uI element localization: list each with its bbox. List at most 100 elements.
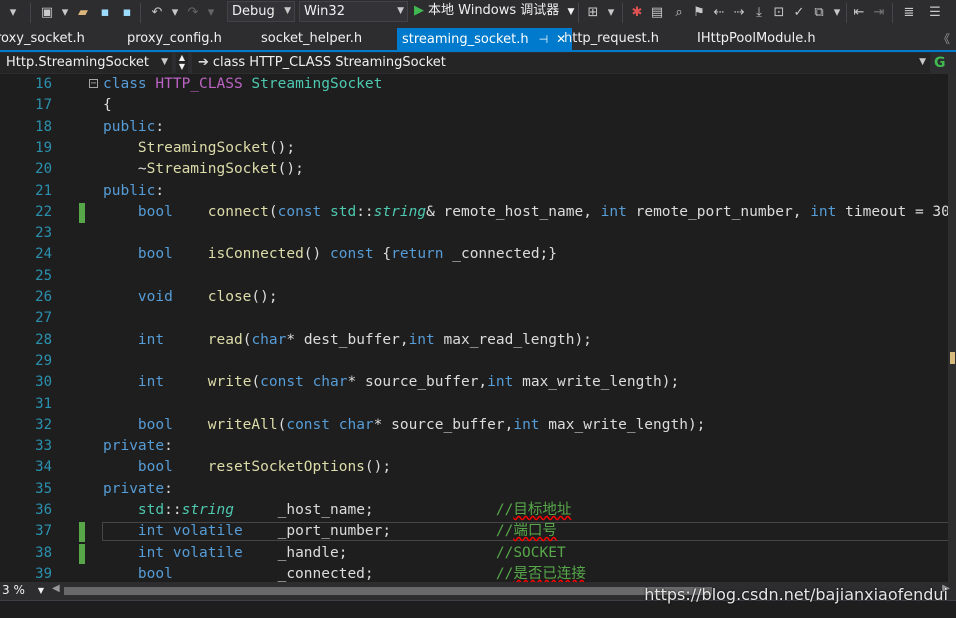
platform-select[interactable]: Win32 ▼ [299, 1, 408, 22]
line-number: 26 [35, 289, 52, 305]
code-line[interactable]: 22 bool connect(const std::string& remot… [0, 202, 956, 223]
code-line[interactable]: 30 int write(const char* source_buffer,i… [0, 372, 956, 393]
line-number: 21 [35, 182, 52, 199]
undo-icon[interactable]: ↶ [148, 4, 166, 22]
save-all-icon[interactable]: ▪ [118, 4, 136, 22]
format-icon[interactable]: ≣ [900, 4, 918, 22]
code-line[interactable]: 17 { [0, 95, 956, 116]
start-debugger-button[interactable]: ▶ 本地 Windows 调试器 ▼ [414, 1, 574, 22]
dropdown-icon[interactable]: ▾ [602, 4, 620, 22]
code-token: public [103, 182, 156, 199]
list-icon[interactable]: ☰ [926, 4, 944, 22]
pin-icon[interactable]: ⊣ [539, 33, 549, 46]
code-line[interactable]: 31 [0, 394, 956, 415]
arrow-right-icon: ➔ [198, 55, 209, 70]
comment-icon[interactable]: ⊡ [770, 4, 788, 22]
tab-http-request[interactable]: http_request.h [564, 28, 659, 52]
go-icon[interactable]: G [934, 54, 954, 72]
copy-icon[interactable]: ⧉ [810, 4, 828, 22]
code-line[interactable]: 26 void close(); [0, 287, 956, 308]
code-token: * source_buffer, [347, 374, 488, 391]
tab-proxy-config[interactable]: proxy_config.h [127, 28, 222, 52]
code-line[interactable]: 21 public: [0, 181, 956, 202]
bug-icon[interactable]: ✱ [628, 4, 646, 22]
code-token: * source_buffer, [373, 416, 514, 433]
toolbar-separator [140, 3, 141, 23]
dropdown-icon[interactable]: ▾ [202, 4, 220, 22]
search-icon[interactable]: ⌕ [670, 4, 688, 22]
outdent-icon[interactable]: ⇤ [850, 4, 868, 22]
scope-dropdown[interactable]: Http.StreamingSocket ▼ [0, 53, 172, 73]
code-line[interactable]: 23 [0, 223, 956, 244]
code-line[interactable]: 18 public: [0, 117, 956, 138]
dropdown-icon[interactable]: ▾ [56, 4, 74, 22]
member-dropdown[interactable]: ➔ class HTTP_CLASS StreamingSocket ▼ [192, 53, 930, 73]
code-line[interactable]: 25 [0, 266, 956, 287]
step-icon[interactable]: ⤓ [750, 4, 768, 22]
code-token: string [373, 203, 427, 220]
code-line[interactable]: 27 [0, 308, 956, 329]
code-token: int volatile [137, 523, 243, 540]
code-token: bool [137, 203, 173, 220]
save-icon[interactable]: ▪ [96, 4, 114, 22]
scrollbar-thumb[interactable] [64, 587, 712, 595]
code-editor[interactable]: 16 − class HTTP_CLASS StreamingSocket 17 {18… [0, 74, 956, 582]
code-line[interactable]: 36 std::string _host_name; //目标地址 [0, 500, 956, 521]
code-line[interactable]: 39 bool _connected; //是否已连接 [0, 564, 956, 582]
change-indicator [79, 543, 85, 564]
code-token: // [495, 502, 514, 518]
code-line[interactable]: 19 StreamingSocket(); [0, 138, 956, 159]
open-folder-icon[interactable]: ▰ [74, 4, 92, 22]
code-line[interactable]: 34 bool resetSocketOptions(); [0, 457, 956, 478]
code-text: StreamingSocket(); [103, 138, 295, 159]
new-item-icon[interactable]: ▣ [38, 4, 56, 22]
redo-icon[interactable]: ↷ [184, 4, 202, 22]
code-token: HTTP_CLASS [155, 76, 252, 92]
navigate-forward-icon[interactable]: ⇢ [730, 4, 748, 22]
vertical-scrollbar[interactable] [948, 74, 956, 582]
tab-overflow-icon[interactable]: 《 [938, 28, 950, 50]
code-line[interactable]: 38 int volatile _handle; //SOCKET [0, 543, 956, 564]
code-token: void [137, 289, 173, 305]
solution-config-select[interactable]: Debug ▼ [227, 1, 295, 22]
tab-streaming-socket[interactable]: streaming_socket.h ⊣ ✕ [397, 28, 573, 52]
code-line[interactable]: 33 private: [0, 436, 956, 457]
code-line[interactable]: 28 int read(char* dest_buffer,int max_re… [0, 330, 956, 351]
code-token: _handle; [242, 544, 496, 561]
bookmark-icon[interactable]: ⚑ [690, 4, 708, 22]
code-line[interactable]: 16 − class HTTP_CLASS StreamingSocket [0, 74, 956, 95]
zoom-select[interactable]: 3 % ▼ [0, 582, 48, 600]
code-line[interactable]: 20 ~StreamingSocket(); [0, 159, 956, 180]
code-line[interactable]: 29 [0, 351, 956, 372]
code-line[interactable]: 37 int volatile _port_number; //端口号 [0, 521, 956, 543]
line-number: 20 [35, 161, 52, 178]
indent-icon[interactable]: ⇥ [870, 4, 888, 22]
scroll-left-icon[interactable]: ◀ [52, 583, 60, 594]
code-token: connect [207, 203, 269, 220]
find-in-files-icon[interactable]: ⊞ [584, 4, 602, 22]
code-token: (); [268, 139, 296, 156]
spell-check-icon[interactable]: ✓ [790, 4, 808, 22]
tab-label: proxy_config.h [127, 31, 222, 46]
overflow-chevron-icon[interactable]: ▾ [4, 4, 22, 22]
collapse-icon[interactable]: − [89, 79, 98, 89]
split-spinner[interactable]: ▲ ▼ [176, 53, 188, 73]
tab-proxy-socket[interactable]: roxy_socket.h [0, 28, 85, 52]
code-line[interactable]: 32 bool writeAll(const char* source_buff… [0, 415, 956, 436]
code-line[interactable]: 35 private: [0, 479, 956, 500]
navigate-back-icon[interactable]: ⇠ [710, 4, 728, 22]
code-line[interactable]: 24 bool isConnected() const {return _con… [0, 244, 956, 265]
code-token: (); [364, 459, 392, 476]
tab-ihttppoolmodule[interactable]: IHttpPoolModule.h [697, 28, 816, 52]
navigation-bar: Http.StreamingSocket ▼ ▲ ▼ ➔ class HTTP_CL… [0, 52, 956, 75]
window-icon[interactable]: ▤ [648, 4, 666, 22]
tab-label: IHttpPoolModule.h [697, 31, 816, 46]
code-token: class [103, 76, 156, 92]
tab-socket-helper[interactable]: socket_helper.h [261, 28, 362, 52]
code-text: int write(const char* source_buffer,int … [103, 372, 679, 393]
dropdown-icon[interactable]: ▾ [166, 4, 184, 22]
dropdown-icon[interactable]: ▾ [828, 4, 846, 22]
